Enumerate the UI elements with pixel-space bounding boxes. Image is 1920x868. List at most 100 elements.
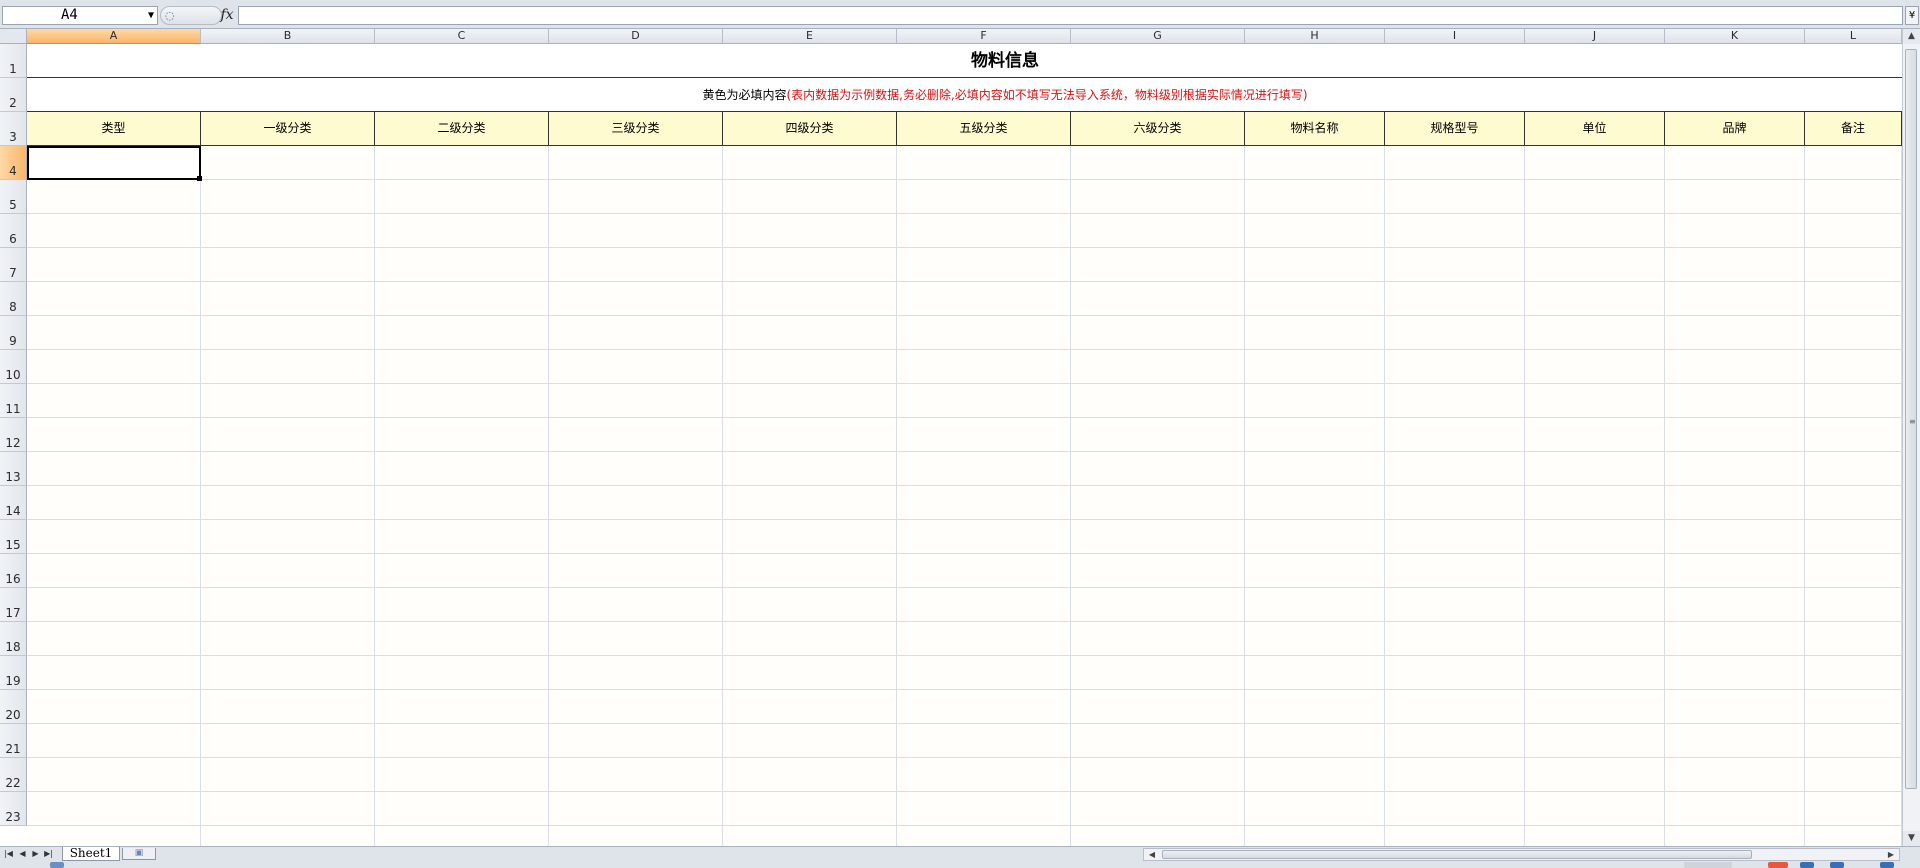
row-number: 2: [9, 96, 17, 110]
row-header[interactable]: 21: [0, 724, 27, 758]
column-header-h[interactable]: H: [1245, 29, 1385, 44]
scroll-down-icon[interactable]: ▼: [1903, 831, 1920, 846]
expand-formula-icon[interactable]: ¥: [1905, 6, 1919, 25]
row-header[interactable]: 15: [0, 520, 27, 554]
ime-mode-icon[interactable]: [1800, 862, 1814, 868]
selected-cell[interactable]: [27, 146, 201, 180]
last-sheet-icon[interactable]: ▶|: [43, 848, 54, 860]
function-icon[interactable]: fx: [216, 5, 238, 25]
column-header-b[interactable]: B: [201, 29, 375, 44]
column-header-c[interactable]: C: [375, 29, 549, 44]
row-header[interactable]: 5: [0, 180, 27, 214]
sheet-tab[interactable]: Sheet1: [62, 847, 120, 861]
row-number: 23: [5, 810, 21, 824]
insert-sheet-icon[interactable]: ▣: [122, 848, 156, 860]
column-header-f[interactable]: F: [897, 29, 1071, 44]
row-header[interactable]: 10: [0, 350, 27, 384]
header-cell[interactable]: 六级分类: [1071, 112, 1245, 145]
row-header[interactable]: 22: [0, 758, 27, 792]
header-cell[interactable]: 五级分类: [897, 112, 1071, 145]
header-cell[interactable]: 三级分类: [549, 112, 723, 145]
header-cell[interactable]: 类型: [27, 112, 201, 145]
chevron-down-icon[interactable]: ▼: [148, 7, 154, 24]
gridline: [27, 553, 1902, 554]
formula-input[interactable]: [238, 6, 1903, 25]
row-number: 21: [5, 742, 21, 756]
header-cell[interactable]: 单位: [1525, 112, 1665, 145]
column-header-j[interactable]: J: [1525, 29, 1665, 44]
row-header[interactable]: 2: [0, 78, 27, 112]
column-header-i[interactable]: I: [1385, 29, 1525, 44]
row-header[interactable]: 12: [0, 418, 27, 452]
formula-bar: A4 ▼ ◌ fx ¥: [0, 0, 1920, 29]
ime-logo-icon[interactable]: [1768, 862, 1788, 868]
row-header[interactable]: 19: [0, 656, 27, 690]
vertical-scrollbar[interactable]: ▲ ≡ ▼: [1902, 29, 1920, 846]
row-header[interactable]: 18: [0, 622, 27, 656]
row-header[interactable]: 3: [0, 112, 27, 146]
gridline: [1244, 146, 1245, 846]
gridline: [27, 281, 1902, 282]
merged-note-cell[interactable]: 黄色为必填内容(表内数据为示例数据,务必删除,必填内容如不填写无法导入系统，物料…: [27, 78, 1902, 112]
ime-tools-icon[interactable]: [1880, 862, 1894, 868]
row-number: 1: [9, 62, 17, 76]
header-cell[interactable]: 品牌: [1665, 112, 1805, 145]
gridline: [27, 213, 1902, 214]
row-header[interactable]: 4: [0, 146, 27, 180]
first-sheet-icon[interactable]: |◀: [3, 848, 14, 860]
header-cell[interactable]: 备注: [1805, 112, 1902, 145]
select-all-corner[interactable]: [0, 29, 27, 44]
row-header[interactable]: 6: [0, 214, 27, 248]
prev-sheet-icon[interactable]: ◀: [17, 848, 28, 860]
header-cell[interactable]: 一级分类: [201, 112, 375, 145]
row-header[interactable]: 11: [0, 384, 27, 418]
name-box[interactable]: A4 ▼: [2, 6, 158, 25]
column-header-g[interactable]: G: [1071, 29, 1245, 44]
merged-title-cell[interactable]: 物料信息: [27, 44, 1902, 78]
cell-area[interactable]: 物料信息 黄色为必填内容(表内数据为示例数据,务必删除,必填内容如不填写无法导入…: [27, 44, 1902, 846]
header-cell[interactable]: 物料名称: [1245, 112, 1385, 145]
row-number: 13: [5, 470, 21, 484]
row-number: 8: [9, 300, 17, 314]
row-header[interactable]: 7: [0, 248, 27, 282]
fill-handle[interactable]: [197, 176, 202, 181]
note-warning: (表内数据为示例数据,务必删除,必填内容如不填写无法导入系统，物料级别根据实际情…: [786, 88, 1308, 102]
page-title: 物料信息: [971, 51, 1039, 71]
column-header-a[interactable]: A: [27, 29, 201, 44]
header-cell[interactable]: 四级分类: [723, 112, 897, 145]
column-headers: ABCDEFGHIJKL: [27, 29, 1902, 44]
row-header[interactable]: 14: [0, 486, 27, 520]
scroll-right-icon[interactable]: ▶: [1885, 849, 1897, 860]
column-header-k[interactable]: K: [1665, 29, 1805, 44]
horizontal-scroll-thumb[interactable]: [1162, 850, 1752, 859]
view-mode-icon[interactable]: [1684, 862, 1732, 868]
column-header-d[interactable]: D: [549, 29, 723, 44]
scroll-left-icon[interactable]: ◀: [1146, 849, 1158, 860]
data-region: [27, 146, 1902, 846]
horizontal-scrollbar[interactable]: ◀ ▶: [1143, 848, 1900, 861]
sheet-tab-bar: |◀ ◀ ▶ ▶| Sheet1 ▣ ◀ ▶: [0, 846, 1920, 861]
formula-tools-button[interactable]: ◌: [160, 6, 222, 25]
header-cell[interactable]: 规格型号: [1385, 112, 1525, 145]
next-sheet-icon[interactable]: ▶: [30, 848, 41, 860]
ime-punct-icon[interactable]: [1830, 862, 1844, 868]
row-header[interactable]: 1: [0, 44, 27, 78]
column-header-l[interactable]: L: [1805, 29, 1902, 44]
row-number: 18: [5, 640, 21, 654]
row-header[interactable]: 8: [0, 282, 27, 316]
gridline: [27, 519, 1902, 520]
scroll-up-icon[interactable]: ▲: [1903, 29, 1920, 44]
header-cell[interactable]: 二级分类: [375, 112, 549, 145]
vertical-scroll-thumb[interactable]: ≡: [1905, 49, 1917, 789]
status-bar: [0, 861, 1920, 868]
row-number: 5: [9, 198, 17, 212]
row-header[interactable]: 20: [0, 690, 27, 724]
column-header-e[interactable]: E: [723, 29, 897, 44]
gridline: [896, 146, 897, 846]
row-header[interactable]: 23: [0, 792, 27, 826]
row-header[interactable]: 16: [0, 554, 27, 588]
row-header[interactable]: 17: [0, 588, 27, 622]
row-header[interactable]: 9: [0, 316, 27, 350]
gridline: [27, 485, 1902, 486]
row-header[interactable]: 13: [0, 452, 27, 486]
